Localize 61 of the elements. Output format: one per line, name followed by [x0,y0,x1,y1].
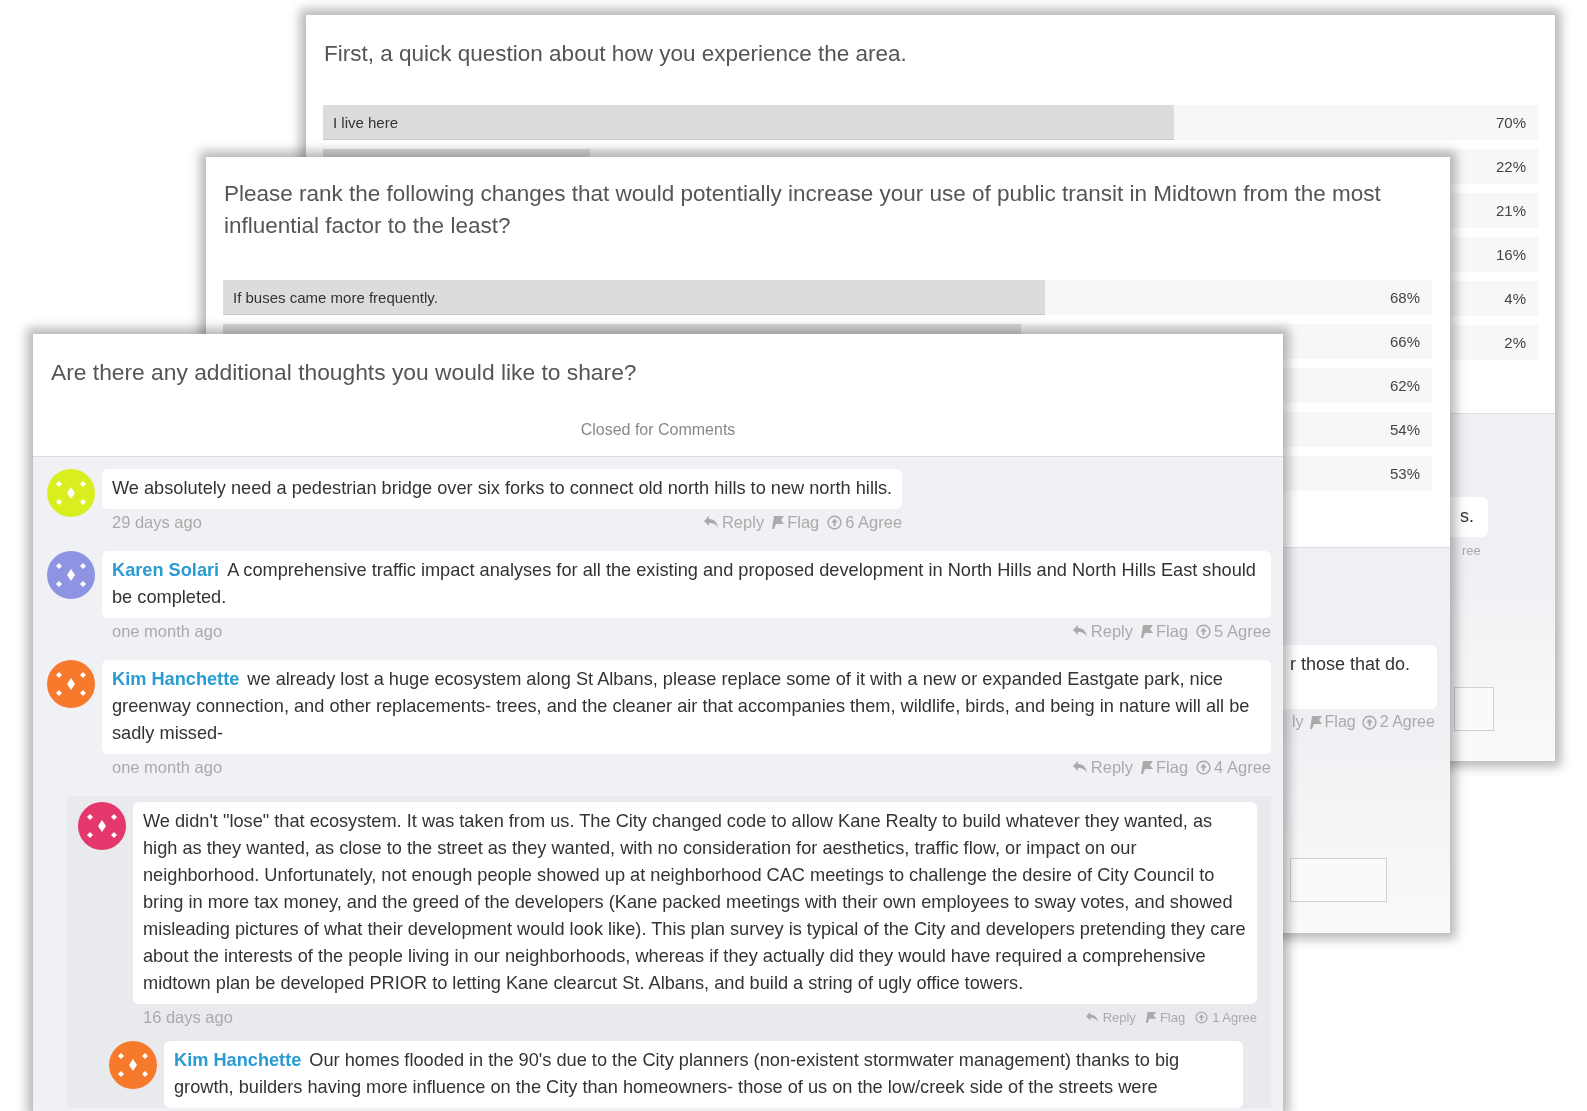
question-text: Are there any additional thoughts you would like to share? [50,358,638,387]
reply-link[interactable]: Reply [1083,1009,1136,1025]
reply-link[interactable]: Reply [1071,621,1133,641]
flag-icon [1141,760,1153,774]
comment-time: 16 days ago [143,1007,233,1027]
percent-label: 2% [1504,334,1527,351]
question-text: Please rank the following changes that would potentially increase your use of public transit in Midtown from the most influential factor to the least? [223,180,1382,240]
arrow-up-circle-icon [1196,623,1212,639]
flag-link[interactable]: Flag [1144,1009,1186,1025]
percent-label: 54% [1389,421,1421,438]
comment-text: Kim Hanchette we already lost a huge ecosystem along St Albans, please replace some of it with a new or expanded Eastgate park, nice greenway connection, and other replacements- trees, and the cleaner air that accompanies them, wildlife, birds, and being in nature will all be sadly missed- [102,660,1271,754]
arrow-up-circle-icon [1195,1010,1209,1024]
author-link[interactable]: Kim Hanchette [112,669,240,689]
author-link[interactable]: Karen Solari [112,560,220,580]
percent-label: 22% [1495,158,1527,175]
percent-label: 4% [1504,290,1527,307]
flag-link[interactable]: Flag [1309,713,1356,731]
percent-label: 68% [1389,289,1421,306]
reply-icon [702,515,719,529]
option-label: If buses came more frequently. [232,289,438,306]
comment-time: one month ago [112,757,223,777]
reply-icon [1084,1011,1099,1023]
flag-link[interactable]: Flag [772,512,820,532]
input-field[interactable] [1290,858,1387,902]
flag-link[interactable]: Flag [1141,757,1189,777]
percent-label: 53% [1389,465,1421,482]
reply-link[interactable]: Reply [1071,757,1133,777]
arrow-up-circle-icon [1361,714,1377,730]
comment-time: 29 days ago [112,512,202,532]
percent-label: 21% [1495,202,1527,219]
agree-link[interactable]: 4 Agree [1196,757,1271,777]
arrow-up-circle-icon [1196,759,1212,775]
agree-link[interactable]: 6 Agree [827,512,903,532]
percent-label: 16% [1495,246,1527,263]
comment-meta-text: ree [1462,542,1481,558]
flag-icon [772,515,785,529]
comment-text: Karen Solari A comprehensive traffic impact analyses for all the existing and proposed development in North Hills and North Hills East should be completed. [102,551,1271,618]
percent-label: 62% [1389,377,1421,394]
option-label: I live here [332,114,399,131]
reply-icon [1071,624,1088,638]
percent-label: 70% [1495,114,1527,131]
flag-icon [1141,624,1153,638]
flag-link[interactable]: Flag [1141,621,1189,641]
author-link[interactable]: Kim Hanchette [174,1050,302,1070]
percent-label: 66% [1389,333,1421,350]
comment-text: We didn't "lose" that ecosystem. It was taken from us. The City changed code to allow Kane Realty to build whatever they wanted, as high as they wanted, as close to the street as they wanted, with no consideration for aesthetics, traffic flow, or impact on our neighborhood. Unfortunately, not enough people showed up at neighborhood CAC meetings to challenge the desire of City Council to bring in more tax money, and the greed of the developers (Kane packed meetings with their own employees to sway votes, and showed misleading pictures of what their development would look like). This plan survey is typical of the City and developers pretending they care about the interests of the people living in our neighborhoods, whereas if they actually did they would have required a comprehensive midtown plan be developed PRIOR to letting Kane clearcut St. Albans, and build a string of ugly office towers. [133,802,1257,1004]
agree-link[interactable]: 1 Agree [1194,1009,1257,1025]
reply-icon [1071,760,1088,774]
flag-icon [1145,1011,1156,1023]
agree-link[interactable]: 5 Agree [1196,621,1271,641]
comment-time: one month ago [112,621,223,641]
arrow-up-circle-icon [827,514,843,530]
reply-link[interactable]: Reply [702,512,765,532]
status-text: Closed for Comments [580,421,736,439]
comment-text: Kim Hanchette Our homes flooded in the 90's due to the City planners (non-existent stormwater management) thanks to big growth, builders having more influence on the City than homeowners- those of us on the low/creek side of the streets were [164,1041,1243,1108]
comment-text: We absolutely need a pedestrian bridge over six forks to connect old north hills to new north hills. [102,469,903,509]
flag-icon [1309,715,1322,729]
input-field[interactable] [1454,687,1494,731]
question-text: First, a quick question about how you experience the area. [323,40,908,68]
action-link[interactable]: ly [1292,713,1304,731]
agree-link[interactable]: 2 Agree [1361,713,1435,731]
